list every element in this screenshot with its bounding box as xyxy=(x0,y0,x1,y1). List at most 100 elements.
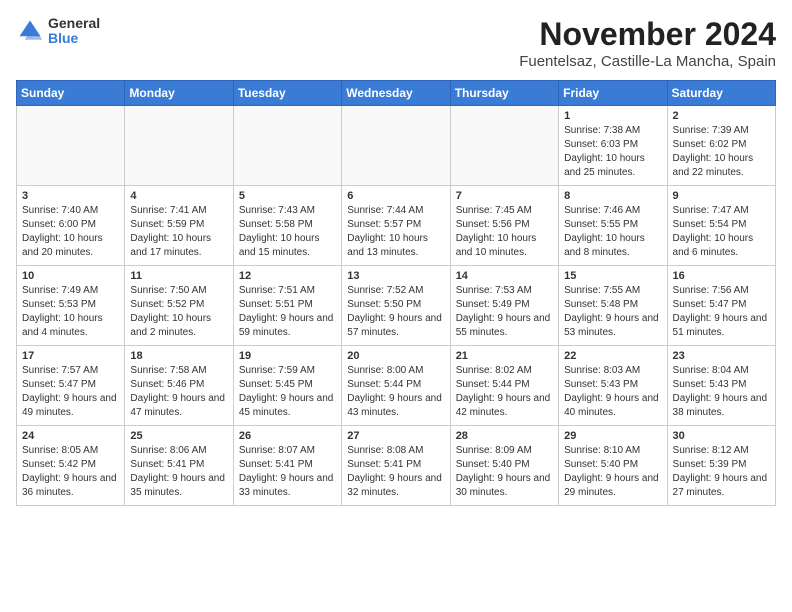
title-block: November 2024 Fuentelsaz, Castille-La Ma… xyxy=(519,16,776,70)
calendar-cell: 27 Sunrise: 8:08 AMSunset: 5:41 PMDayligh… xyxy=(342,426,450,506)
calendar-cell: 1 Sunrise: 7:38 AMSunset: 6:03 PMDaylight… xyxy=(559,106,667,186)
day-info: Sunrise: 8:10 AMSunset: 5:40 PMDaylight:… xyxy=(564,445,659,498)
calendar-header-tuesday: Tuesday xyxy=(233,81,341,106)
day-number: 7 xyxy=(456,190,553,202)
calendar-cell: 14 Sunrise: 7:53 AMSunset: 5:49 PMDayligh… xyxy=(450,266,558,346)
day-info: Sunrise: 8:07 AMSunset: 5:41 PMDaylight:… xyxy=(239,445,334,498)
day-number: 14 xyxy=(456,270,553,282)
day-info: Sunrise: 7:51 AMSunset: 5:51 PMDaylight:… xyxy=(239,285,334,338)
calendar-cell xyxy=(17,106,125,186)
month-title: November 2024 xyxy=(519,16,776,53)
calendar-cell: 24Sunrise: 8:05 AMSunset: 5:42 PMDayligh… xyxy=(17,426,125,506)
day-info: Sunrise: 8:00 AMSunset: 5:44 PMDaylight:… xyxy=(347,365,442,418)
day-number: 16 xyxy=(673,270,770,282)
day-info: Sunrise: 7:57 AMSunset: 5:47 PMDaylight:… xyxy=(22,365,117,418)
calendar-cell: 3 Sunrise: 7:40 AMSunset: 6:00 PMDaylight… xyxy=(17,186,125,266)
calendar-week-row: 24Sunrise: 8:05 AMSunset: 5:42 PMDayligh… xyxy=(17,426,776,506)
day-number: 18 xyxy=(130,350,227,362)
calendar-cell: 16 Sunrise: 7:56 AMSunset: 5:47 PMDayligh… xyxy=(667,266,775,346)
calendar-cell: 5Sunrise: 7:43 AMSunset: 5:58 PMDaylight… xyxy=(233,186,341,266)
day-info: Sunrise: 7:46 AMSunset: 5:55 PMDaylight:… xyxy=(564,205,645,258)
day-info: Sunrise: 7:45 AMSunset: 5:56 PMDaylight:… xyxy=(456,205,537,258)
calendar-cell: 21 Sunrise: 8:02 AMSunset: 5:44 PMDayligh… xyxy=(450,346,558,426)
calendar-header-thursday: Thursday xyxy=(450,81,558,106)
day-number: 24 xyxy=(22,430,119,442)
calendar-cell: 6Sunrise: 7:44 AMSunset: 5:57 PMDaylight… xyxy=(342,186,450,266)
day-info: Sunrise: 7:50 AMSunset: 5:52 PMDaylight:… xyxy=(130,285,211,338)
calendar-cell: 25Sunrise: 8:06 AMSunset: 5:41 PMDayligh… xyxy=(125,426,233,506)
calendar-cell: 22 Sunrise: 8:03 AMSunset: 5:43 PMDayligh… xyxy=(559,346,667,426)
calendar-cell: 8 Sunrise: 7:46 AMSunset: 5:55 PMDaylight… xyxy=(559,186,667,266)
calendar-header-saturday: Saturday xyxy=(667,81,775,106)
calendar-cell: 23Sunrise: 8:04 AMSunset: 5:43 PMDayligh… xyxy=(667,346,775,426)
calendar-week-row: 10 Sunrise: 7:49 AMSunset: 5:53 PMDayligh… xyxy=(17,266,776,346)
day-number: 22 xyxy=(564,350,661,362)
calendar-cell: 11 Sunrise: 7:50 AMSunset: 5:52 PMDayligh… xyxy=(125,266,233,346)
calendar-cell: 2 Sunrise: 7:39 AMSunset: 6:02 PMDaylight… xyxy=(667,106,775,186)
day-number: 11 xyxy=(130,270,227,282)
day-number: 1 xyxy=(564,110,661,122)
day-info: Sunrise: 7:55 AMSunset: 5:48 PMDaylight:… xyxy=(564,285,659,338)
calendar-header-row: SundayMondayTuesdayWednesdayThursdayFrid… xyxy=(17,81,776,106)
calendar-cell: 17 Sunrise: 7:57 AMSunset: 5:47 PMDayligh… xyxy=(17,346,125,426)
day-number: 21 xyxy=(456,350,553,362)
day-info: Sunrise: 7:53 AMSunset: 5:49 PMDaylight:… xyxy=(456,285,551,338)
day-info: Sunrise: 7:52 AMSunset: 5:50 PMDaylight:… xyxy=(347,285,442,338)
logo-general-text: General xyxy=(48,16,100,31)
calendar-cell: 18 Sunrise: 7:58 AMSunset: 5:46 PMDayligh… xyxy=(125,346,233,426)
day-number: 23 xyxy=(673,350,770,362)
calendar-header-monday: Monday xyxy=(125,81,233,106)
day-info: Sunrise: 8:03 AMSunset: 5:43 PMDaylight:… xyxy=(564,365,659,418)
day-info: Sunrise: 7:41 AMSunset: 5:59 PMDaylight:… xyxy=(130,205,211,258)
day-info: Sunrise: 7:56 AMSunset: 5:47 PMDaylight:… xyxy=(673,285,768,338)
calendar-cell: 30 Sunrise: 8:12 AMSunset: 5:39 PMDayligh… xyxy=(667,426,775,506)
day-number: 25 xyxy=(130,430,227,442)
day-number: 17 xyxy=(22,350,119,362)
calendar-cell: 13 Sunrise: 7:52 AMSunset: 5:50 PMDayligh… xyxy=(342,266,450,346)
day-number: 5 xyxy=(239,190,336,202)
day-number: 30 xyxy=(673,430,770,442)
day-number: 20 xyxy=(347,350,444,362)
calendar-cell: 15Sunrise: 7:55 AMSunset: 5:48 PMDayligh… xyxy=(559,266,667,346)
day-info: Sunrise: 8:09 AMSunset: 5:40 PMDaylight:… xyxy=(456,445,551,498)
calendar-cell: 20 Sunrise: 8:00 AMSunset: 5:44 PMDayligh… xyxy=(342,346,450,426)
calendar-table: SundayMondayTuesdayWednesdayThursdayFrid… xyxy=(16,80,776,506)
day-info: Sunrise: 7:58 AMSunset: 5:46 PMDaylight:… xyxy=(130,365,225,418)
day-number: 28 xyxy=(456,430,553,442)
day-number: 4 xyxy=(130,190,227,202)
calendar-header-wednesday: Wednesday xyxy=(342,81,450,106)
day-info: Sunrise: 7:40 AMSunset: 6:00 PMDaylight:… xyxy=(22,205,103,258)
day-number: 27 xyxy=(347,430,444,442)
calendar-cell: 4 Sunrise: 7:41 AMSunset: 5:59 PMDaylight… xyxy=(125,186,233,266)
calendar-week-row: 17 Sunrise: 7:57 AMSunset: 5:47 PMDayligh… xyxy=(17,346,776,426)
calendar-cell: 9Sunrise: 7:47 AMSunset: 5:54 PMDaylight… xyxy=(667,186,775,266)
logo-icon xyxy=(16,17,44,45)
day-number: 3 xyxy=(22,190,119,202)
day-number: 26 xyxy=(239,430,336,442)
calendar-header-friday: Friday xyxy=(559,81,667,106)
calendar-header-sunday: Sunday xyxy=(17,81,125,106)
calendar-cell xyxy=(450,106,558,186)
day-number: 2 xyxy=(673,110,770,122)
calendar-cell xyxy=(342,106,450,186)
day-info: Sunrise: 7:59 AMSunset: 5:45 PMDaylight:… xyxy=(239,365,334,418)
calendar-cell xyxy=(233,106,341,186)
logo: General Blue xyxy=(16,16,100,47)
day-number: 13 xyxy=(347,270,444,282)
day-info: Sunrise: 7:39 AMSunset: 6:02 PMDaylight:… xyxy=(673,125,754,178)
day-info: Sunrise: 8:08 AMSunset: 5:41 PMDaylight:… xyxy=(347,445,442,498)
day-number: 10 xyxy=(22,270,119,282)
day-info: Sunrise: 7:49 AMSunset: 5:53 PMDaylight:… xyxy=(22,285,103,338)
day-number: 9 xyxy=(673,190,770,202)
day-number: 8 xyxy=(564,190,661,202)
calendar-week-row: 3 Sunrise: 7:40 AMSunset: 6:00 PMDaylight… xyxy=(17,186,776,266)
day-info: Sunrise: 8:02 AMSunset: 5:44 PMDaylight:… xyxy=(456,365,551,418)
day-info: Sunrise: 7:38 AMSunset: 6:03 PMDaylight:… xyxy=(564,125,645,178)
page-header: General Blue November 2024 Fuentelsaz, C… xyxy=(16,16,776,70)
calendar-week-row: 1 Sunrise: 7:38 AMSunset: 6:03 PMDaylight… xyxy=(17,106,776,186)
day-number: 19 xyxy=(239,350,336,362)
calendar-cell: 29Sunrise: 8:10 AMSunset: 5:40 PMDayligh… xyxy=(559,426,667,506)
day-info: Sunrise: 8:12 AMSunset: 5:39 PMDaylight:… xyxy=(673,445,768,498)
location-text: Fuentelsaz, Castille-La Mancha, Spain xyxy=(519,53,776,70)
calendar-cell: 28 Sunrise: 8:09 AMSunset: 5:40 PMDayligh… xyxy=(450,426,558,506)
